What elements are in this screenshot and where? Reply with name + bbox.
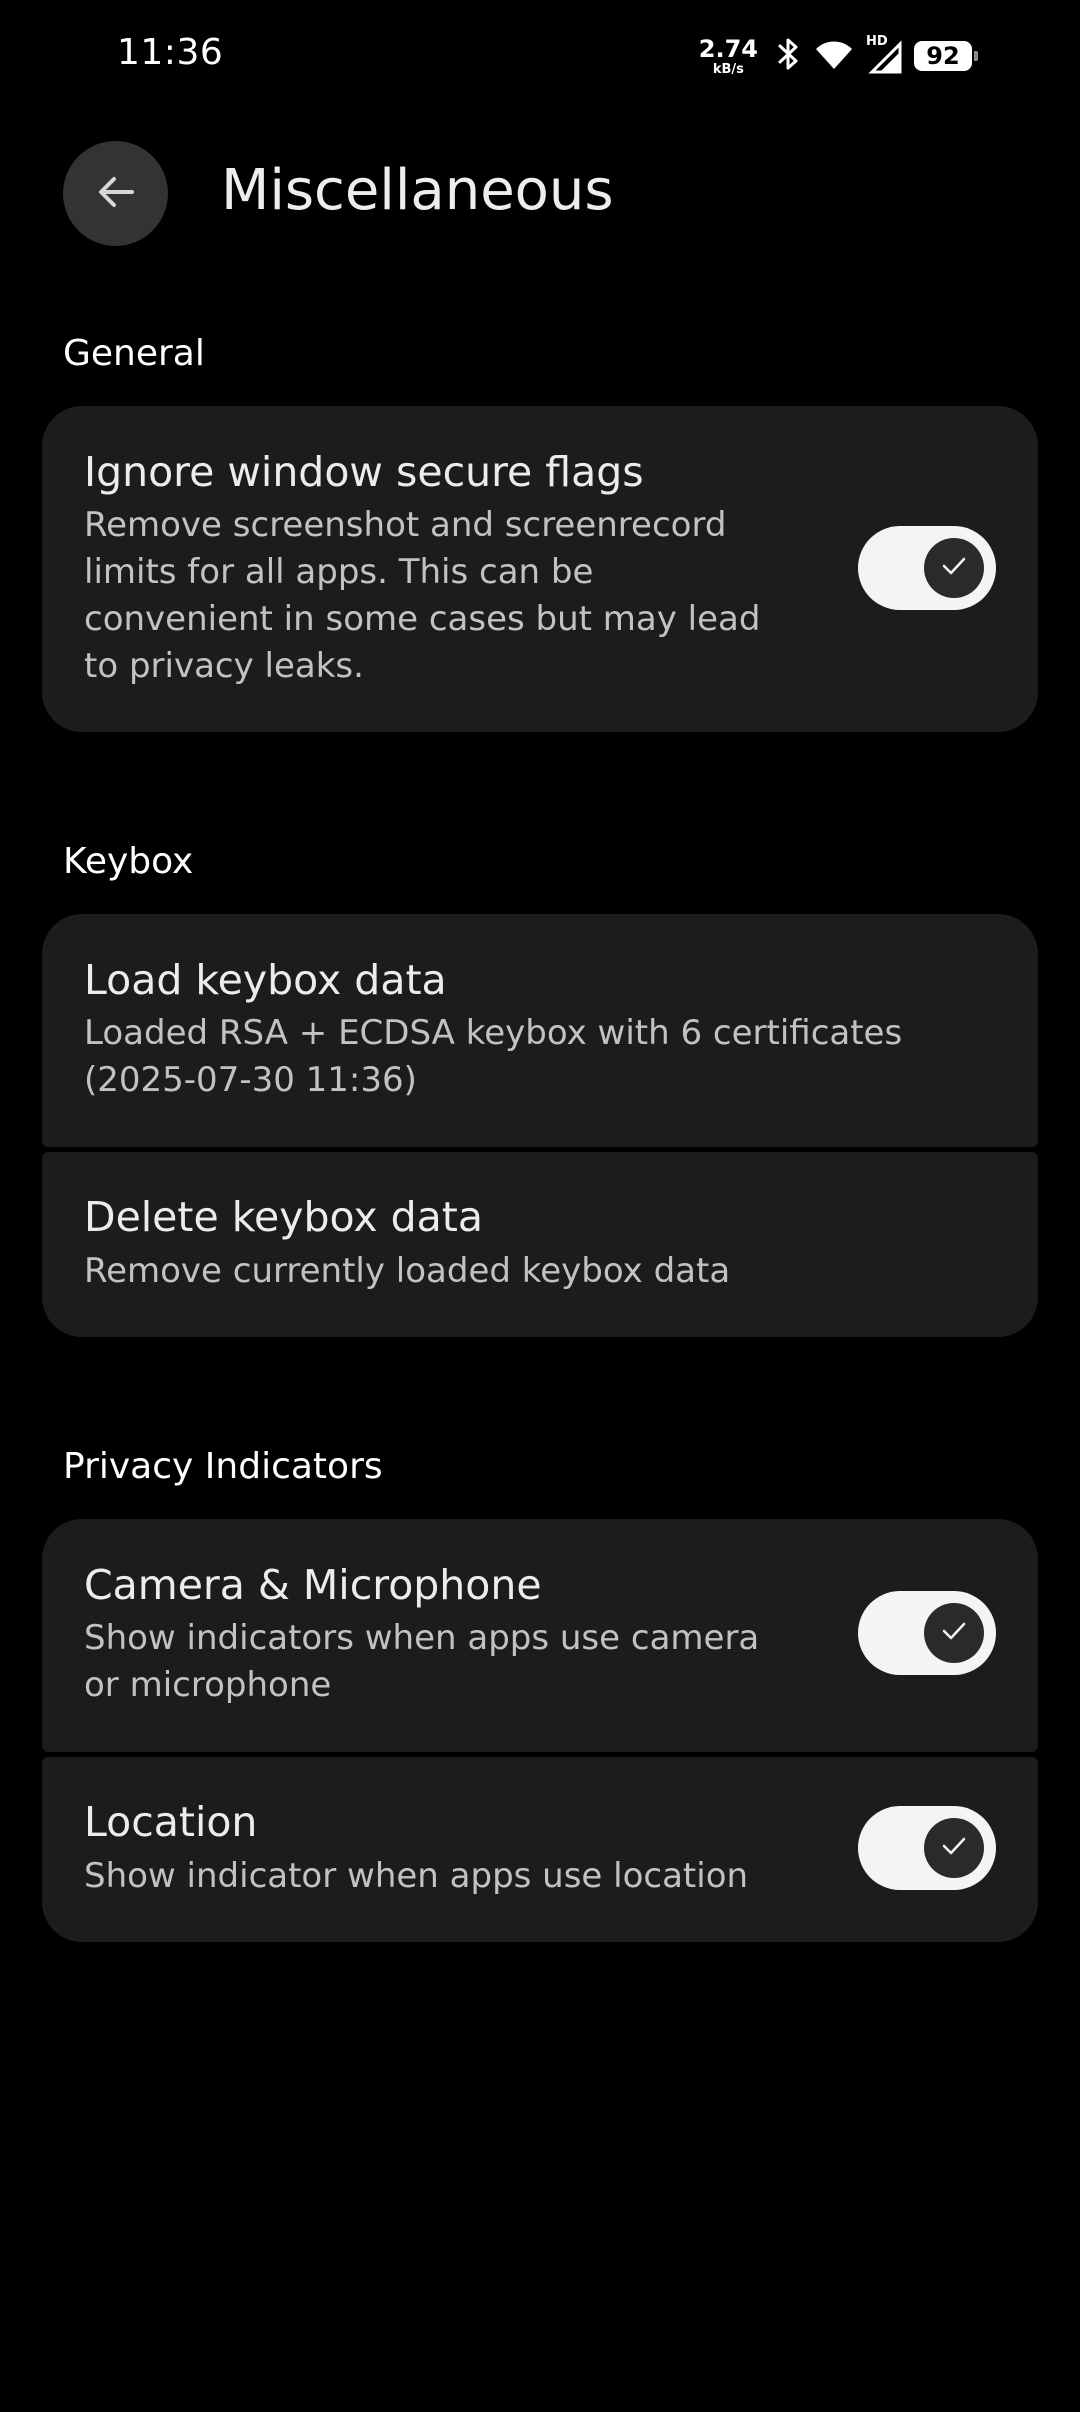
setting-description-line: (2025-07-30 11:36) (84, 1060, 417, 1100)
setting-title: Location (84, 1798, 258, 1846)
setting-delete-keybox-data[interactable]: Delete keybox data Remove currently load… (42, 1152, 1038, 1337)
toggle-location[interactable] (858, 1806, 996, 1890)
arrow-left-icon (94, 170, 138, 218)
page-title: Miscellaneous (221, 158, 614, 223)
setting-location[interactable]: Location Show indicator when apps use lo… (42, 1757, 1038, 1942)
setting-ignore-window-secure-flags[interactable]: Ignore window secure flags Remove screen… (42, 406, 1038, 732)
toggle-camera-microphone[interactable] (858, 1591, 996, 1675)
toggle-knob (924, 1818, 984, 1878)
setting-description: Remove screenshot and screenrecord limit… (84, 502, 760, 690)
setting-description-line: Remove screenshot and screenrecord (84, 505, 727, 545)
setting-description-line: Show indicators when apps use camera (84, 1618, 760, 1658)
status-icons: 2.74 kB/s HD 92 (699, 34, 978, 78)
section-title-general: General (63, 333, 205, 374)
battery-indicator: 92 (914, 41, 978, 71)
toggle-knob (924, 538, 984, 598)
bluetooth-icon (776, 36, 802, 76)
setting-description-line: limits for all apps. This can be (84, 552, 594, 592)
status-bar: 11:36 2.74 kB/s HD 92 (0, 0, 1080, 110)
setting-description: Show indicator when apps use location (84, 1853, 748, 1900)
setting-title: Delete keybox data (84, 1193, 484, 1241)
toggle-ignore-window-secure-flags[interactable] (858, 526, 996, 610)
setting-description-line: Remove currently loaded keybox data (84, 1251, 731, 1291)
section-title-keybox: Keybox (63, 841, 194, 882)
setting-description-line: to privacy leaks. (84, 646, 364, 686)
setting-load-keybox-data[interactable]: Load keybox data Loaded RSA + ECDSA keyb… (42, 914, 1038, 1147)
network-speed-unit: kB/s (712, 61, 744, 77)
setting-description: Show indicators when apps use camera or … (84, 1615, 759, 1709)
network-speed: 2.74 kB/s (699, 37, 758, 76)
setting-description-line: Loaded RSA + ECDSA keybox with 6 certifi… (84, 1013, 903, 1053)
check-icon (939, 1616, 969, 1650)
setting-description-line: or microphone (84, 1665, 332, 1705)
network-speed-value: 2.74 (698, 34, 758, 63)
back-button[interactable] (63, 141, 168, 246)
check-icon (939, 1831, 969, 1865)
toggle-knob (924, 1603, 984, 1663)
setting-title: Ignore window secure flags (84, 448, 644, 496)
check-icon (939, 551, 969, 585)
wifi-icon (814, 37, 854, 75)
setting-description: Remove currently loaded keybox data (84, 1248, 730, 1295)
setting-title: Load keybox data (84, 956, 447, 1004)
status-time: 11:36 (117, 32, 224, 73)
setting-camera-microphone[interactable]: Camera & Microphone Show indicators when… (42, 1519, 1038, 1752)
setting-description: Loaded RSA + ECDSA keybox with 6 certifi… (84, 1010, 902, 1104)
battery-level: 92 (926, 42, 960, 70)
setting-description-line: Show indicator when apps use location (84, 1856, 749, 1896)
setting-title: Camera & Microphone (84, 1561, 542, 1609)
section-title-privacy-indicators: Privacy Indicators (63, 1446, 383, 1487)
cellular-signal-icon: HD (866, 34, 902, 74)
setting-description-line: convenient in some cases but may lead (84, 599, 761, 639)
